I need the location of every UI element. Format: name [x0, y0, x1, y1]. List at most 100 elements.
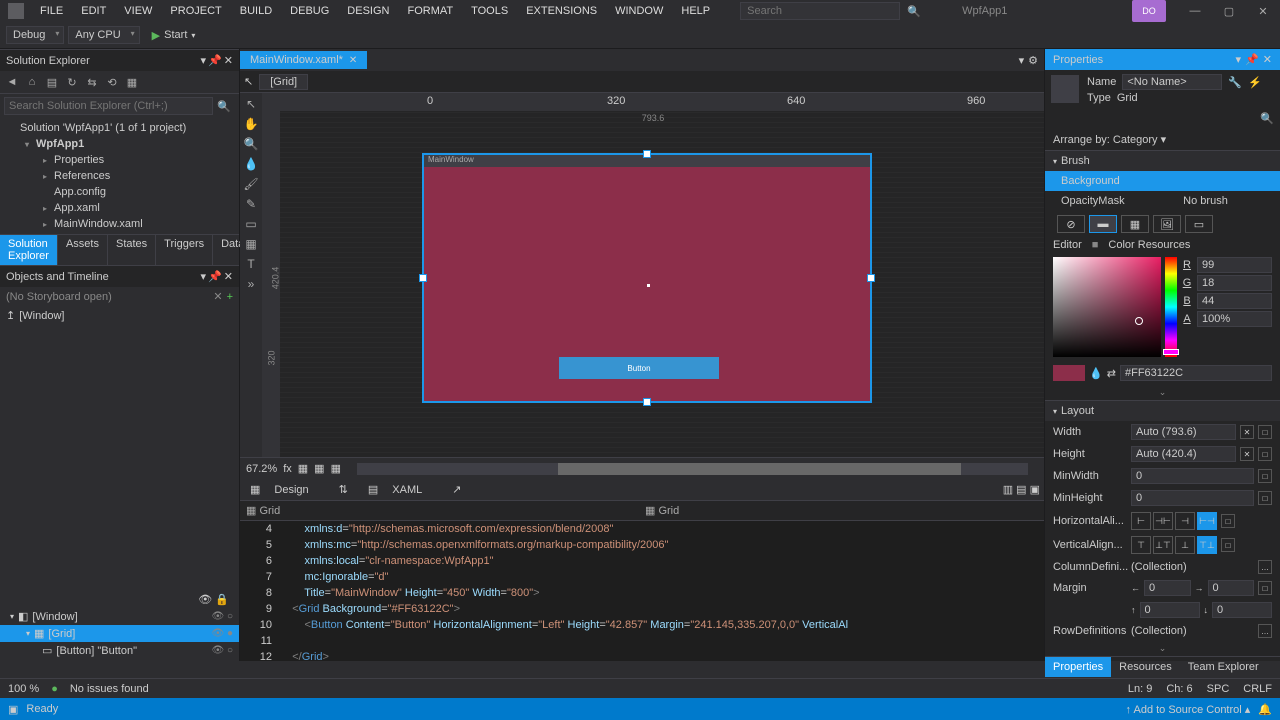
minwidth-input[interactable]: [1131, 468, 1254, 484]
start-button[interactable]: ▶Start▾: [144, 27, 204, 44]
scope-up-icon[interactable]: ↥: [6, 309, 15, 322]
search-icon[interactable]: 🔍: [906, 3, 922, 19]
code-crumb-1[interactable]: ▦ Grid: [246, 504, 639, 517]
color-swatch[interactable]: [1053, 365, 1085, 381]
platform-dropdown[interactable]: Any CPU: [68, 26, 139, 44]
b-input[interactable]: [1197, 293, 1272, 309]
menu-tools[interactable]: TOOLS: [463, 3, 516, 19]
align-left[interactable]: ⊢: [1131, 512, 1151, 530]
tree-item[interactable]: ▸MainWindow.xaml: [0, 216, 239, 232]
marker-icon[interactable]: □: [1258, 491, 1272, 505]
dropdown-icon[interactable]: ▾: [201, 54, 207, 67]
solution-node[interactable]: Solution 'WpfApp1' (1 of 1 project): [0, 120, 239, 136]
scope-row[interactable]: ↥ [Window]: [0, 306, 239, 325]
horizontal-scrollbar[interactable]: [357, 463, 1028, 475]
grid-icon[interactable]: ▦: [298, 462, 308, 475]
object-window[interactable]: ▾◧[Window]👁 ○: [0, 608, 239, 625]
tab-states[interactable]: States: [108, 235, 156, 265]
lock-icon[interactable]: 🔒: [215, 594, 229, 606]
ellipsis-button[interactable]: …: [1258, 560, 1272, 574]
close-panel-icon[interactable]: ✕: [1263, 53, 1272, 66]
zoom-pct[interactable]: 100 %: [8, 683, 39, 695]
gear-icon[interactable]: ⚙: [1028, 54, 1038, 67]
xaml-tab[interactable]: ▤ XAML: [358, 478, 442, 502]
menu-debug[interactable]: DEBUG: [282, 3, 337, 19]
swap-color-icon[interactable]: ⇄: [1107, 367, 1116, 380]
back-icon[interactable]: ◄: [4, 74, 20, 90]
align-top[interactable]: ⊤: [1131, 536, 1151, 554]
selection-tool-icon[interactable]: ↖: [246, 97, 256, 111]
project-node[interactable]: ▾WpfApp1: [0, 136, 239, 152]
tab-solution-explorer[interactable]: Solution Explorer: [0, 235, 58, 265]
tab-triggers[interactable]: Triggers: [156, 235, 213, 265]
eyedropper-icon[interactable]: 💧: [1089, 367, 1103, 380]
code-crumb-2[interactable]: ▦ Grid: [645, 504, 1038, 517]
align-bottom[interactable]: ⊥: [1175, 536, 1195, 554]
snap2-icon[interactable]: ▦: [331, 462, 341, 475]
r-input[interactable]: [1197, 257, 1272, 273]
editor-tab[interactable]: Editor: [1053, 239, 1082, 251]
resize-handle[interactable]: [867, 274, 875, 282]
resize-handle[interactable]: [419, 274, 427, 282]
events-icon[interactable]: ⚡: [1248, 76, 1262, 89]
crlf-indicator[interactable]: CRLF: [1243, 683, 1272, 695]
eyedropper-icon[interactable]: 💧: [244, 157, 259, 171]
marker-icon[interactable]: □: [1258, 447, 1272, 461]
menu-file[interactable]: FILE: [32, 3, 71, 19]
design-canvas[interactable]: 0 320 640 960 793.6 420.4 320 MainWindow…: [262, 93, 1044, 457]
issues-status[interactable]: No issues found: [70, 683, 149, 695]
margin-left-input[interactable]: [1144, 580, 1191, 596]
breadcrumb-item[interactable]: [Grid]: [259, 74, 308, 90]
pin-icon[interactable]: 📌: [208, 54, 222, 67]
resize-handle[interactable]: [643, 398, 651, 406]
object-button[interactable]: ▭[Button] "Button"👁 ○: [0, 642, 239, 659]
align-middle[interactable]: ⊥⊤: [1153, 536, 1173, 554]
margin-right-input[interactable]: [1208, 580, 1255, 596]
close-icon[interactable]: ✕: [1246, 0, 1280, 22]
user-badge[interactable]: DO: [1132, 0, 1166, 22]
menu-design[interactable]: DESIGN: [339, 3, 397, 19]
margin-top-input[interactable]: [1140, 602, 1200, 618]
dropdown-icon[interactable]: ▾: [1019, 54, 1025, 67]
minimize-icon[interactable]: —: [1178, 0, 1212, 22]
tab-properties[interactable]: Properties: [1045, 657, 1111, 677]
resource-brush-tab[interactable]: ▭: [1185, 215, 1213, 233]
hue-slider[interactable]: [1165, 257, 1177, 357]
rectangle-icon[interactable]: ▭: [245, 217, 256, 231]
zoom-tool-icon[interactable]: 🔍: [244, 137, 259, 151]
marker-icon[interactable]: □: [1258, 581, 1272, 595]
reset-icon[interactable]: ✕: [1240, 425, 1254, 439]
tab-team-explorer[interactable]: Team Explorer: [1180, 657, 1267, 677]
collapse-icon[interactable]: ⇆: [84, 74, 100, 90]
eye-icon[interactable]: 👁: [198, 594, 212, 606]
menu-edit[interactable]: EDIT: [73, 3, 114, 19]
menu-extensions[interactable]: EXTENSIONS: [518, 3, 605, 19]
menu-project[interactable]: PROJECT: [162, 3, 229, 19]
hex-input[interactable]: [1120, 365, 1272, 381]
tree-item[interactable]: App.config: [0, 184, 239, 200]
name-input[interactable]: [1122, 74, 1222, 90]
menu-build[interactable]: BUILD: [232, 3, 280, 19]
design-tab[interactable]: ▦ Design: [240, 478, 329, 502]
sync-icon[interactable]: ⟲: [104, 74, 120, 90]
document-tab[interactable]: MainWindow.xaml*✕: [240, 51, 367, 69]
layout-section-header[interactable]: ▾Layout: [1045, 401, 1280, 421]
tab-resources[interactable]: Resources: [1111, 657, 1180, 677]
brush-section-header[interactable]: ▾Brush: [1045, 151, 1280, 171]
color-saturation-area[interactable]: [1053, 257, 1161, 357]
designer-button[interactable]: Button: [559, 357, 719, 379]
search-icon[interactable]: 🔍: [213, 100, 235, 113]
maximize-icon[interactable]: ▢: [1212, 0, 1246, 22]
menu-window[interactable]: WINDOW: [607, 3, 671, 19]
gradient-brush-tab[interactable]: ▦: [1121, 215, 1149, 233]
code-editor[interactable]: 4567891011121314 xmlns:d="http://schemas…: [240, 521, 1044, 661]
expand-layout-icon[interactable]: ⌄: [1045, 641, 1280, 656]
designer-window[interactable]: MainWindow Button: [422, 153, 872, 403]
hue-marker-icon[interactable]: [1163, 349, 1179, 355]
expand-brush-icon[interactable]: ⌄: [1045, 385, 1280, 400]
dropdown-icon[interactable]: ▾: [1236, 53, 1242, 66]
property-search-icon[interactable]: 🔍: [1045, 108, 1280, 129]
arrange-by[interactable]: Arrange by: Category ▾: [1045, 129, 1280, 150]
menu-help[interactable]: HELP: [673, 3, 718, 19]
a-input[interactable]: [1197, 311, 1272, 327]
